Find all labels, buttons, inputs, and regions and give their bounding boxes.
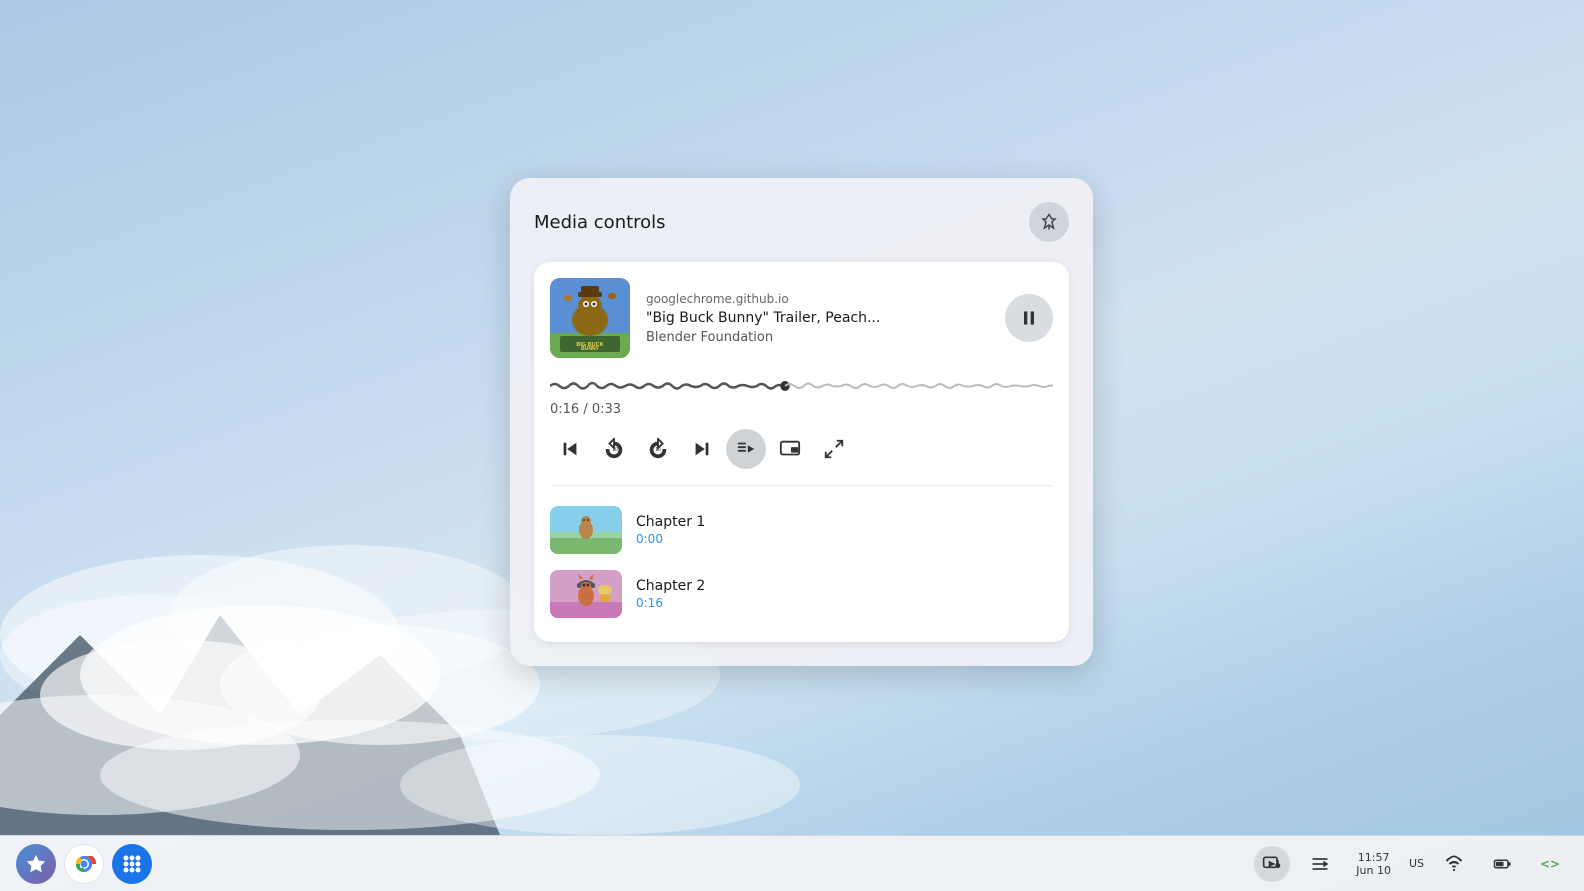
pip-icon bbox=[779, 438, 801, 460]
chapter-1-info: Chapter 1 0:00 bbox=[636, 514, 1053, 546]
media-artist: Blender Foundation bbox=[646, 330, 989, 345]
taskbar-left bbox=[16, 844, 152, 884]
taskbar-right: 11:57 Jun 10 US bbox=[1254, 846, 1568, 882]
assistant-app-icon[interactable] bbox=[16, 844, 56, 884]
launcher-app-icon[interactable] bbox=[112, 844, 152, 884]
forward-icon: 10 bbox=[647, 438, 669, 460]
media-card: BIG BUCK BUNNY googlechrome.github.io "B… bbox=[534, 262, 1069, 642]
battery-level-icon bbox=[1493, 855, 1511, 873]
chrome-app-icon[interactable] bbox=[64, 844, 104, 884]
chapter-1-name: Chapter 1 bbox=[636, 514, 1053, 530]
skip-start-icon bbox=[559, 438, 581, 460]
svg-text:BUNNY: BUNNY bbox=[581, 346, 599, 352]
region-indicator: US bbox=[1409, 857, 1424, 870]
media-source: googlechrome.github.io bbox=[646, 292, 989, 306]
time-display: 0:16 / 0:33 bbox=[550, 402, 1053, 417]
developer-mode-icon[interactable]: <> bbox=[1532, 846, 1568, 882]
chapter-2-name: Chapter 2 bbox=[636, 578, 1053, 594]
pin-button[interactable] bbox=[1029, 202, 1069, 242]
battery-icon[interactable] bbox=[1484, 846, 1520, 882]
media-panel-title: Media controls bbox=[534, 212, 666, 233]
rewind-10-button[interactable]: 10 bbox=[594, 429, 634, 469]
chapter-list: Chapter 1 0:00 bbox=[550, 485, 1053, 626]
chapter-2-image bbox=[550, 570, 622, 618]
media-tray-icon bbox=[1262, 854, 1282, 874]
chapter-1-image bbox=[550, 506, 622, 554]
wifi-signal-icon bbox=[1445, 855, 1463, 873]
time-display: 11:57 bbox=[1358, 851, 1390, 864]
notifications-icon bbox=[1310, 854, 1330, 874]
media-thumbnail: BIG BUCK BUNNY bbox=[550, 278, 630, 358]
pip-button[interactable] bbox=[770, 429, 810, 469]
chapter-2-thumbnail bbox=[550, 570, 622, 618]
fullscreen-icon bbox=[823, 438, 845, 460]
playlist-icon bbox=[735, 438, 757, 460]
chapter-1-thumbnail bbox=[550, 506, 622, 554]
chrome-icon bbox=[70, 850, 98, 878]
rewind-icon: 10 bbox=[603, 438, 625, 460]
media-controls-panel: Media controls bbox=[510, 178, 1093, 666]
svg-text:10: 10 bbox=[655, 447, 661, 453]
media-title: "Big Buck Bunny" Trailer, Peach... bbox=[646, 310, 989, 326]
pause-icon bbox=[1019, 308, 1039, 328]
next-button[interactable] bbox=[682, 429, 722, 469]
taskbar: 11:57 Jun 10 US bbox=[0, 835, 1584, 891]
desktop: Media controls bbox=[0, 0, 1584, 891]
playlist-button[interactable] bbox=[726, 429, 766, 469]
media-info-row: BIG BUCK BUNNY googlechrome.github.io "B… bbox=[550, 278, 1053, 358]
date-time-display[interactable]: 11:57 Jun 10 bbox=[1350, 849, 1397, 879]
chapter-1-time: 0:00 bbox=[636, 532, 1053, 546]
media-controls-tray-icon[interactable] bbox=[1254, 846, 1290, 882]
chapter-2-info: Chapter 2 0:16 bbox=[636, 578, 1053, 610]
media-panel-header: Media controls bbox=[534, 202, 1069, 242]
chapter-1-item[interactable]: Chapter 1 0:00 bbox=[550, 498, 1053, 562]
dev-icon-text: <> bbox=[1540, 857, 1560, 871]
chapter-2-time: 0:16 bbox=[636, 596, 1053, 610]
svg-text:10: 10 bbox=[612, 447, 618, 453]
waveform bbox=[550, 374, 1053, 398]
forward-10-button[interactable]: 10 bbox=[638, 429, 678, 469]
bbb-poster-image: BIG BUCK BUNNY bbox=[550, 278, 630, 358]
pause-button[interactable] bbox=[1005, 294, 1053, 342]
pin-icon bbox=[1040, 213, 1058, 231]
progress-container[interactable]: 0:16 / 0:33 bbox=[550, 374, 1053, 417]
media-details: googlechrome.github.io "Big Buck Bunny" … bbox=[646, 292, 989, 345]
notifications-tray-icon[interactable] bbox=[1302, 846, 1338, 882]
assistant-icon bbox=[25, 853, 47, 875]
grid-icon bbox=[122, 854, 142, 874]
wifi-icon[interactable] bbox=[1436, 846, 1472, 882]
chapter-2-item[interactable]: Chapter 2 0:16 bbox=[550, 562, 1053, 626]
next-icon bbox=[691, 438, 713, 460]
controls-row: 10 10 bbox=[550, 429, 1053, 469]
region-text: US bbox=[1409, 857, 1424, 870]
date-display: Jun 10 bbox=[1356, 864, 1391, 877]
fullscreen-button[interactable] bbox=[814, 429, 854, 469]
skip-to-start-button[interactable] bbox=[550, 429, 590, 469]
